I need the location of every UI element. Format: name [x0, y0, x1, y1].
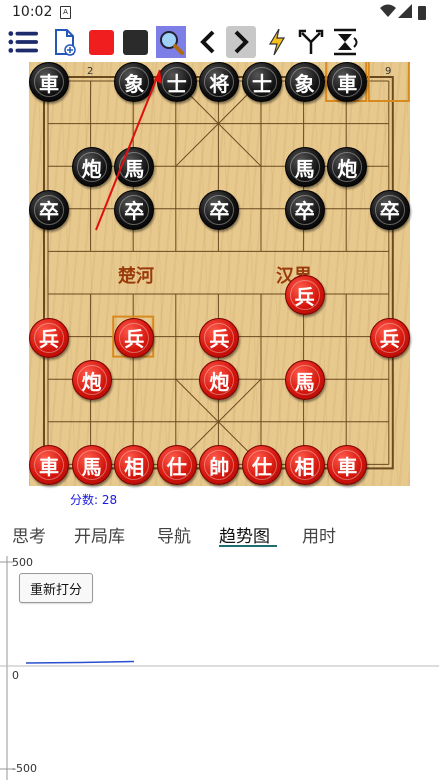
- active-tab-indicator: [219, 545, 277, 547]
- tab-trend-chart[interactable]: 趋势图: [219, 522, 270, 547]
- tab-time-used[interactable]: 用时: [302, 522, 336, 547]
- tab-navigation[interactable]: 导航: [157, 522, 191, 547]
- move-arrow: [95, 69, 162, 231]
- rescore-button[interactable]: 重新打分: [19, 573, 93, 603]
- y-max-label: 500: [12, 556, 33, 569]
- y-zero-label: 0: [12, 669, 19, 682]
- tab-opening-book[interactable]: 开局库: [74, 522, 125, 547]
- y-min-label: -500: [12, 762, 37, 775]
- score-label: 分数: 28: [70, 493, 118, 507]
- tab-thinking[interactable]: 思考: [12, 522, 46, 547]
- trend-line: [25, 660, 135, 664]
